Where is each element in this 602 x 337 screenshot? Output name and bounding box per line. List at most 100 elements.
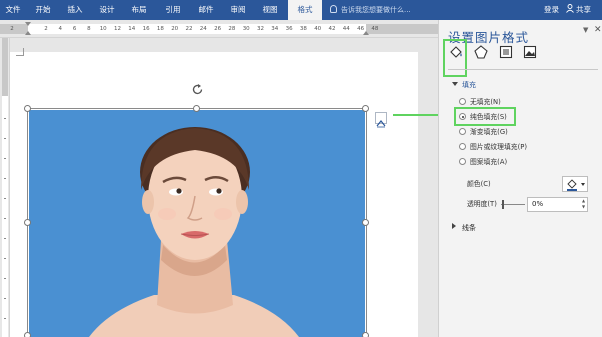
ruler-number: 2	[44, 26, 48, 32]
vruler-tick	[4, 118, 6, 119]
tab-insert[interactable]: 插入	[60, 0, 90, 20]
ruler-number: 20	[171, 26, 179, 32]
tell-me-search[interactable]: 告诉我您想要做什么...	[330, 0, 411, 20]
ruler-number: 28	[228, 26, 236, 32]
line-section-label: 线条	[462, 224, 476, 232]
pane-separator	[448, 69, 598, 70]
resize-handle-top-left[interactable]	[24, 105, 31, 112]
tab-design[interactable]: 设计	[92, 0, 122, 20]
right-indent-marker[interactable]	[363, 31, 369, 35]
tab-review[interactable]: 审阅	[223, 0, 253, 20]
vruler-tick	[4, 218, 6, 219]
transparency-spinner-icon[interactable]: ▲ ▼	[582, 198, 587, 211]
lightbulb-icon	[330, 5, 337, 13]
ruler-number: 22	[185, 26, 193, 32]
pane-options-chevron-down-icon[interactable]: ▼	[583, 26, 588, 34]
ruler-number: 8	[87, 26, 91, 32]
ruler-number: 12	[114, 26, 121, 32]
resize-handle-top[interactable]	[193, 105, 200, 112]
horizontal-ruler[interactable]: 2 2 4 6 8 10 12 14 16 18 20 22 24 26 28 30 32 34 36 38 40 42 4…	[0, 20, 438, 38]
vruler-track	[2, 96, 8, 337]
resize-handle-bottom-left[interactable]	[24, 332, 31, 337]
ruler-number: 42	[328, 26, 336, 32]
person-icon	[566, 4, 574, 13]
ruler-number: 48	[371, 26, 379, 32]
transparency-input[interactable]: 0%	[527, 197, 588, 212]
radio-no-fill[interactable]: 无填充(N)	[459, 97, 501, 107]
layout-properties-icon[interactable]	[498, 44, 514, 60]
ribbon-tab-bar: 文件 开始 插入 设计 布局 引用 邮件 审阅 视图 格式 告诉我您想要做什么.…	[0, 0, 602, 20]
vruler-tick	[4, 278, 6, 279]
share-label: 共享	[576, 5, 591, 14]
fill-section-header[interactable]: 填充	[452, 80, 476, 90]
ruler-number: 34	[271, 26, 279, 32]
ruler-number: 14	[128, 26, 136, 32]
effects-icon[interactable]	[473, 44, 489, 60]
resize-handle-left[interactable]	[24, 219, 31, 226]
word-window: 文件 开始 插入 设计 布局 引用 邮件 审阅 视图 格式 告诉我您想要做什么.…	[0, 0, 602, 337]
line-section-header[interactable]: 线条	[452, 223, 476, 233]
vertical-ruler[interactable]	[0, 38, 10, 337]
tab-references[interactable]: 引用	[158, 0, 188, 20]
login-button[interactable]: 登录	[544, 0, 559, 20]
vruler-tick	[4, 318, 6, 319]
transparency-slider-thumb[interactable]	[502, 200, 504, 209]
ruler-number: 44	[342, 26, 350, 32]
ruler-number: 38	[299, 26, 307, 32]
layout-options-icon	[376, 120, 386, 128]
chevron-down-icon	[452, 82, 458, 86]
radio-gradient-fill[interactable]: 渐变填充(G)	[459, 127, 508, 137]
paint-bucket-icon	[567, 179, 585, 191]
first-line-indent-marker[interactable]	[25, 22, 31, 26]
radio-label: 图片或纹理填充(P)	[470, 143, 527, 151]
layout-options-button[interactable]	[375, 112, 387, 128]
vruler-tick	[4, 238, 6, 239]
ruler-number: 4	[58, 26, 63, 32]
fill-line-icon[interactable]	[448, 44, 464, 60]
ruler-number: 30	[242, 26, 250, 32]
selected-picture[interactable]	[29, 110, 365, 337]
tab-layout[interactable]: 布局	[124, 0, 154, 20]
vruler-tick	[4, 258, 6, 259]
picture-icon[interactable]	[522, 44, 538, 60]
transparency-slider[interactable]	[501, 204, 525, 205]
annotation-highlight-solid-fill	[454, 107, 516, 126]
tab-format[interactable]: 格式	[288, 0, 322, 20]
transparency-label: 透明度(T)	[467, 200, 497, 208]
radio-button	[459, 158, 466, 165]
tab-home[interactable]: 开始	[28, 0, 58, 20]
chevron-right-icon	[452, 223, 456, 229]
tab-file[interactable]: 文件	[0, 0, 26, 20]
color-picker-button[interactable]	[562, 176, 588, 192]
radio-button	[459, 98, 466, 105]
tell-me-text: 告诉我您想要做什么...	[341, 6, 411, 14]
resize-handle-right[interactable]	[362, 219, 369, 226]
radio-label: 渐变填充(G)	[470, 128, 508, 136]
resize-handle-top-right[interactable]	[362, 105, 369, 112]
ruler-number: 2	[10, 26, 14, 32]
radio-picture-texture-fill[interactable]: 图片或纹理填充(P)	[459, 142, 527, 152]
share-button[interactable]: 共享	[566, 0, 591, 20]
color-label: 颜色(C)	[467, 180, 491, 188]
rotate-handle-icon[interactable]	[191, 83, 204, 96]
radio-label: 图案填充(A)	[470, 158, 508, 166]
ruler-number: 16	[142, 26, 150, 32]
ruler-number: 10	[99, 26, 107, 32]
ruler-number: 32	[257, 26, 264, 32]
tab-view[interactable]: 视图	[255, 0, 285, 20]
radio-label: 无填充(N)	[470, 98, 501, 106]
vruler-tick	[4, 138, 6, 139]
hanging-indent-marker[interactable]	[25, 31, 31, 35]
vruler-tick	[4, 158, 6, 159]
ruler-numbers: 2 2 4 6 8 10 12 14 16 18 20 22 24 26 28 30 32 34 36 38 40 42 4…	[0, 24, 438, 34]
ruler-number: 6	[72, 26, 77, 32]
vruler-tick	[4, 298, 6, 299]
radio-button	[459, 128, 466, 135]
close-icon[interactable]: ✕	[594, 25, 602, 35]
resize-handle-bottom-right[interactable]	[362, 332, 369, 337]
tab-mailings[interactable]: 邮件	[191, 0, 221, 20]
vruler-margin	[2, 38, 8, 96]
fill-section-label: 填充	[462, 81, 476, 89]
radio-pattern-fill[interactable]: 图案填充(A)	[459, 157, 507, 167]
portrait-image	[29, 110, 365, 337]
